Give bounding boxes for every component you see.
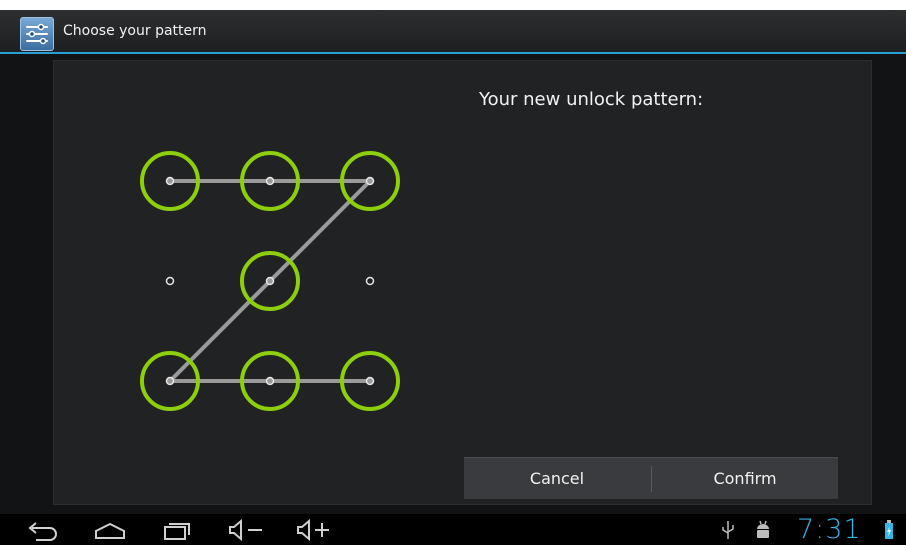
pattern-dot-5[interactable] [240,251,300,311]
top-strip [0,0,906,10]
volume-up-icon[interactable] [294,518,334,542]
action-bar: Choose your pattern [0,10,906,54]
pattern-center-dot [265,276,275,286]
pattern-grid[interactable] [54,61,871,504]
pattern-dot-4[interactable] [165,276,175,286]
button-bar: Cancel Confirm [464,457,838,499]
battery-charging-icon [885,520,893,539]
pattern-center-dot [165,276,175,286]
recent-apps-icon[interactable] [160,518,192,542]
pattern-center-dot [265,176,275,186]
pattern-line [168,279,272,383]
usb-icon [722,521,734,539]
navigation-bar [0,514,906,545]
settings-sliders-icon[interactable] [20,17,54,51]
pattern-center-dot [265,376,275,386]
home-icon[interactable] [92,518,128,542]
pattern-center-dot [165,176,175,186]
pattern-line [268,179,372,283]
pattern-dot-6[interactable] [365,276,375,286]
pattern-center-dot [365,276,375,286]
pattern-panel: Your new unlock pattern: Cancel Confirm [53,60,872,505]
confirm-button[interactable]: Confirm [652,458,838,499]
volume-down-icon[interactable] [226,518,266,542]
pattern-center-dot [365,176,375,186]
pattern-center-dot [365,376,375,386]
android-debug-icon [757,520,769,538]
status-clock: 7:31 [797,514,862,545]
cancel-button[interactable]: Cancel [464,458,650,499]
back-icon[interactable] [26,518,62,542]
page-title: Choose your pattern [63,23,207,39]
main-area: Your new unlock pattern: Cancel Confirm [0,54,906,514]
pattern-heading: Your new unlock pattern: [479,89,704,110]
pattern-center-dot [165,376,175,386]
